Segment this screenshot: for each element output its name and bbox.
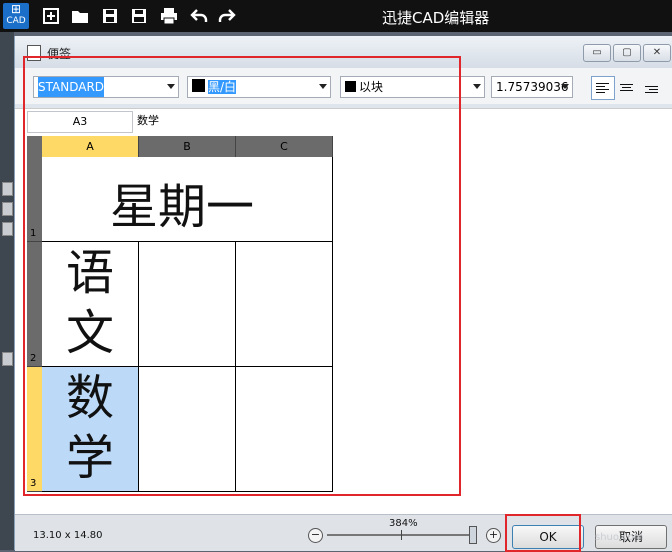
open-folder-icon[interactable] xyxy=(69,6,91,26)
dimensions-readout: 13.10 x 14.80 xyxy=(33,530,103,541)
text-height-value: 1.75739036 xyxy=(496,80,569,94)
minimize-button[interactable]: ▭ xyxy=(583,44,611,62)
panel-marker xyxy=(2,202,13,216)
undo-icon[interactable] xyxy=(188,6,210,26)
panel-marker xyxy=(2,352,13,366)
chevron-down-icon xyxy=(561,84,569,89)
save-icon[interactable] xyxy=(99,6,121,26)
zoom-slider[interactable] xyxy=(327,534,477,536)
close-button[interactable]: ✕ xyxy=(643,44,671,62)
align-left-button[interactable] xyxy=(591,76,615,100)
new-icon[interactable] xyxy=(40,6,62,26)
app-title: 迅捷CAD编辑器 xyxy=(382,9,490,27)
cad-logo-icon: ⊞ CAD xyxy=(3,3,29,29)
note-dialog: 便签 ▭ ▢ ✕ STANDARD 黑/白 以块 1.75739036 A3 数 xyxy=(14,36,672,552)
zoom-slider-thumb[interactable] xyxy=(469,526,477,544)
chevron-down-icon xyxy=(473,84,481,89)
zoom-tick xyxy=(401,530,402,540)
ok-highlight-box xyxy=(505,514,581,552)
save-as-icon[interactable] xyxy=(128,6,150,26)
panel-marker xyxy=(2,222,13,236)
zoom-out-button[interactable]: − xyxy=(308,528,323,543)
highlight-box xyxy=(23,56,461,496)
print-icon[interactable] xyxy=(158,6,180,26)
watermark: shuo.com xyxy=(595,532,644,543)
app-titlebar: ⊞ CAD 迅捷CAD编辑器 xyxy=(0,0,672,32)
panel-marker xyxy=(2,182,13,196)
zoom-percent: 384% xyxy=(389,518,418,529)
redo-icon[interactable] xyxy=(216,6,238,26)
zoom-in-button[interactable]: + xyxy=(486,528,501,543)
text-height-select[interactable]: 1.75739036 xyxy=(491,76,573,98)
align-right-button[interactable] xyxy=(641,76,663,98)
left-panel-strip xyxy=(0,32,14,550)
align-center-button[interactable] xyxy=(616,76,638,98)
maximize-button[interactable]: ▢ xyxy=(613,44,641,62)
